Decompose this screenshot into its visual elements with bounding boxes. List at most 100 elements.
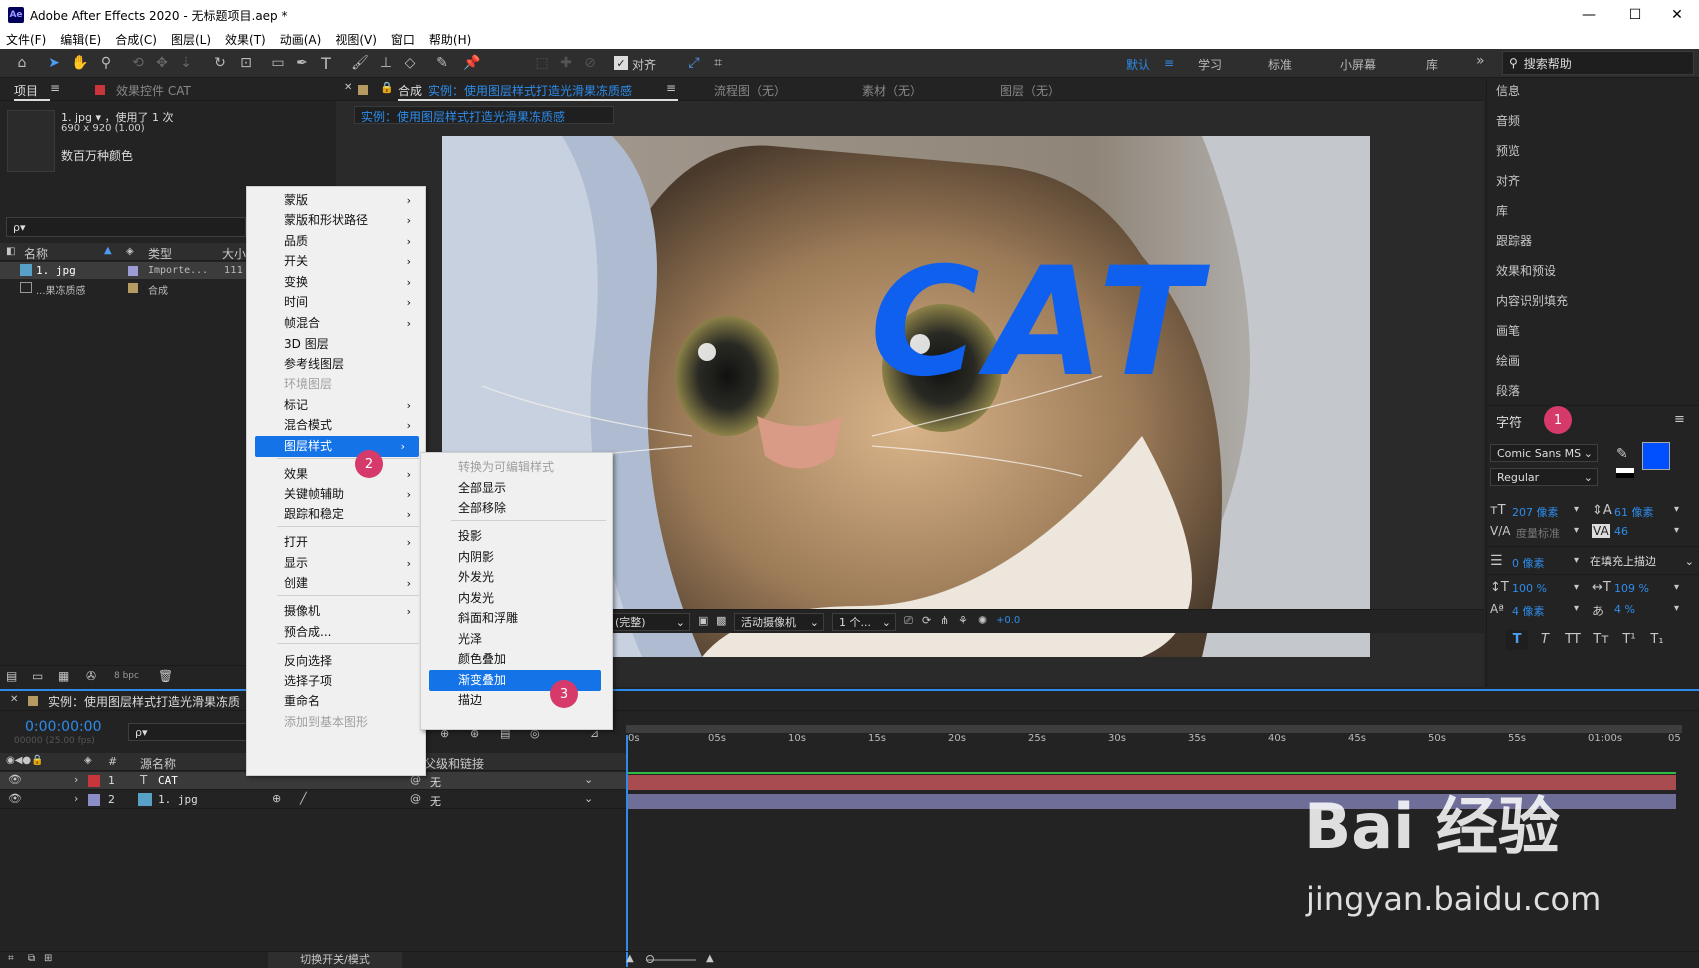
chevron-down-icon[interactable]: ▾ <box>1674 525 1679 536</box>
chevron-down-icon[interactable]: ▾ <box>1674 603 1679 614</box>
column-size[interactable]: 大小 <box>222 245 246 262</box>
views-dropdown[interactable]: 1 个... ⌄ <box>832 613 896 631</box>
font-size-value[interactable]: 207 像素 <box>1512 504 1559 520</box>
view-axis-icon[interactable]: ⊘ <box>580 53 600 73</box>
workspace-default[interactable]: 默认 <box>1126 56 1150 73</box>
time-ruler[interactable]: 0s 05s 10s 15s 20s 25s 30s 35s 40s 45s 50s 55s 01:00… <box>626 717 1688 777</box>
submenu-item[interactable]: 投影 <box>421 526 612 547</box>
camera-dropdown[interactable]: 活动摄像机 ⌄ <box>734 613 824 631</box>
snap-checkbox[interactable]: ✓ <box>614 56 628 70</box>
layer-label-swatch[interactable] <box>88 794 100 806</box>
context-menu-item[interactable]: 反向选择 <box>247 651 425 672</box>
column-name[interactable]: 名称 <box>24 245 48 262</box>
context-menu-item[interactable]: 关键帧辅助 › <box>247 484 425 505</box>
context-menu-item[interactable]: 效果 › <box>247 464 425 485</box>
menu-effect[interactable]: 效果(T) <box>225 31 266 48</box>
small-caps-button[interactable]: Tт <box>1590 630 1612 650</box>
baseline-shift-value[interactable]: 4 像素 <box>1512 603 1545 619</box>
kerning-value[interactable]: 度量标准 <box>1516 525 1560 541</box>
all-caps-button[interactable]: TT <box>1562 630 1584 650</box>
workspace-overflow-icon[interactable]: » <box>1476 53 1485 69</box>
workspace-small-screen[interactable]: 小屏幕 <box>1340 56 1376 73</box>
panel-menu-icon[interactable]: ≡ <box>50 81 60 95</box>
fast-preview-icon[interactable]: ⎚ <box>904 614 913 628</box>
panel-paint[interactable]: 绘画 <box>1496 352 1520 369</box>
layer-name[interactable]: 1. jpg <box>158 793 198 806</box>
timeline-tab-comp[interactable]: 实例：使用图层样式打造光滑果冻质 <box>48 693 240 710</box>
project-search-input[interactable]: ρ▾ <box>6 217 246 237</box>
zoom-in-icon[interactable]: ▲ <box>706 953 714 964</box>
leading-value[interactable]: 61 像素 <box>1614 504 1654 520</box>
snap-edges-icon[interactable]: ⤢ <box>684 53 704 73</box>
faux-bold-button[interactable]: T <box>1506 630 1528 650</box>
type-tool-icon[interactable]: T <box>316 53 336 73</box>
horizontal-scale-value[interactable]: 109 % <box>1614 582 1649 595</box>
submenu-item[interactable]: 描边 <box>421 690 612 711</box>
workspace-menu-icon[interactable]: ≡ <box>1164 56 1174 70</box>
selection-tool-icon[interactable]: ➤ <box>44 53 64 73</box>
exposure-icon[interactable]: ✺ <box>978 614 987 627</box>
work-area-bar[interactable] <box>626 725 1682 733</box>
menu-help[interactable]: 帮助(H) <box>429 31 471 48</box>
anchor-tool-icon[interactable]: ⊡ <box>236 53 256 73</box>
home-icon[interactable]: ⌂ <box>12 53 32 73</box>
submenu-item[interactable]: 内发光 <box>421 588 612 609</box>
workspace-standard[interactable]: 标准 <box>1268 56 1292 73</box>
stroke-mode-dropdown[interactable]: 在填充上描边 ⌄ <box>1590 552 1694 570</box>
menu-layer[interactable]: 图层(L) <box>171 31 211 48</box>
panel-paragraph[interactable]: 段落 <box>1496 382 1520 399</box>
rotate-tool-icon[interactable]: ↻ <box>210 53 230 73</box>
tab-comp-name[interactable]: 实例：使用图层样式打造光滑果冻质感 <box>428 82 632 99</box>
font-style-dropdown[interactable]: Regular ⌄ <box>1490 468 1598 486</box>
fill-color-swatch[interactable] <box>1642 442 1670 470</box>
tracking-value[interactable]: 46 <box>1614 525 1628 538</box>
orbit-tool-icon[interactable]: ⟲ <box>128 53 148 73</box>
maximize-button[interactable]: ☐ <box>1612 0 1658 30</box>
submenu-item[interactable]: 内阴影 <box>421 547 612 568</box>
context-menu-item[interactable]: 标记 › <box>247 395 425 416</box>
puppet-tool-icon[interactable]: 📌 <box>462 53 482 73</box>
roto-brush-icon[interactable]: ✎ <box>432 53 452 73</box>
panel-menu-icon[interactable]: ≡ <box>1674 412 1685 427</box>
chevron-down-icon[interactable]: ▾ <box>1574 603 1579 614</box>
column-source-name[interactable]: 源名称 <box>140 755 176 772</box>
chevron-down-icon[interactable]: ▾ <box>1574 555 1579 566</box>
quality-icon[interactable]: ╱ <box>300 792 307 805</box>
bit-depth-label[interactable]: 8 bpc <box>114 671 139 681</box>
context-menu-item[interactable]: 蒙版 › <box>247 190 425 211</box>
local-axis-icon[interactable]: ⬚ <box>532 53 552 73</box>
tsume-value[interactable]: 4 % <box>1614 603 1635 616</box>
transfer-controls-icon[interactable]: ⊞ <box>44 953 52 964</box>
current-timecode[interactable]: 0:00:00:00 <box>25 719 102 735</box>
tab-footage[interactable]: 素材（无） <box>862 82 922 99</box>
close-tab-icon[interactable]: ✕ <box>10 694 18 705</box>
default-colors-icon[interactable] <box>1616 468 1634 478</box>
close-tab-icon[interactable]: ✕ <box>344 82 352 93</box>
rectangle-tool-icon[interactable]: ▭ <box>268 53 288 73</box>
transparency-grid-icon[interactable]: ▩ <box>716 614 726 627</box>
pick-whip-icon[interactable]: @ <box>410 792 421 805</box>
eye-icon[interactable]: 👁 <box>8 792 22 805</box>
context-menu-item[interactable]: 参考线图层 <box>247 354 425 375</box>
panel-library[interactable]: 库 <box>1496 202 1508 219</box>
stroke-width-value[interactable]: 0 像素 <box>1512 555 1545 571</box>
panel-menu-icon[interactable]: ≡ <box>666 81 676 95</box>
submenu-item[interactable]: 全部移除 <box>421 498 612 519</box>
panel-info[interactable]: 信息 <box>1496 82 1520 99</box>
delete-icon[interactable]: 🗑 <box>158 669 173 683</box>
flowchart-icon[interactable]: ⋔ <box>940 614 949 627</box>
hand-tool-icon[interactable]: ✋ <box>70 53 90 73</box>
chevron-down-icon[interactable]: ▾ <box>1574 504 1579 515</box>
chevron-down-icon[interactable]: ▾ <box>1574 525 1579 536</box>
submenu-item[interactable]: 斜面和浮雕 <box>421 608 612 629</box>
context-menu-item[interactable]: 蒙版和形状路径 › <box>247 210 425 231</box>
context-menu-item[interactable]: 选择子项 <box>247 671 425 692</box>
context-menu-item[interactable]: 打开 › <box>247 532 425 553</box>
expand-chevron-icon[interactable]: › <box>74 773 78 786</box>
context-menu-item[interactable]: 帧混合 › <box>247 313 425 334</box>
tab-effect-controls[interactable]: 效果控件 CAT <box>116 82 191 99</box>
timeline-layer-row[interactable]: 👁 › 2 1. jpg ⊕ ╱ @ 无 ⌄ <box>0 791 626 809</box>
context-menu-item[interactable]: 3D 图层 <box>247 334 425 355</box>
chevron-down-icon[interactable]: ▾ <box>1674 504 1679 515</box>
chevron-down-icon[interactable]: ⌄ <box>584 792 593 805</box>
